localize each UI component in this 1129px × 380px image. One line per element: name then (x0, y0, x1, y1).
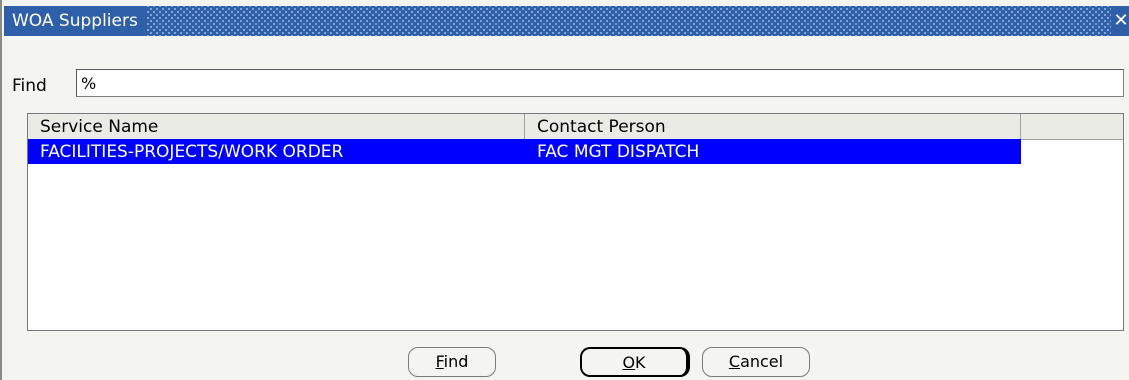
find-label: Find (12, 76, 47, 96)
list-header: Service Name Contact Person (28, 114, 1123, 140)
ok-button-label: K (635, 353, 646, 372)
cancel-button-mnemonic: C (728, 352, 741, 371)
list-row-selected[interactable]: FACILITIES-PROJECTS/WORK ORDER FAC MGT D… (28, 139, 1021, 164)
cancel-button-label: ancel (740, 352, 784, 371)
cancel-button[interactable]: Cancel (702, 347, 810, 377)
column-header-service-name[interactable]: Service Name (28, 114, 525, 139)
ok-button[interactable]: OK (580, 347, 690, 377)
window-title: WOA Suppliers (4, 6, 146, 36)
column-header-contact-person[interactable]: Contact Person (525, 114, 1021, 139)
suppliers-list[interactable]: Service Name Contact Person FACILITIES-P… (27, 113, 1124, 331)
find-button-label: ind (443, 352, 469, 371)
close-icon[interactable]: ✕ (1111, 6, 1129, 36)
find-button[interactable]: Find (408, 347, 496, 377)
find-button-mnemonic: F (435, 352, 444, 371)
woa-suppliers-dialog: WOA Suppliers ✕ Find Service Name Contac… (0, 0, 1129, 380)
cell-service-name: FACILITIES-PROJECTS/WORK ORDER (40, 142, 344, 162)
cell-contact-person: FAC MGT DISPATCH (537, 142, 700, 162)
ok-button-mnemonic: O (622, 353, 636, 372)
find-input[interactable] (76, 69, 1124, 97)
column-header-filler (1021, 114, 1123, 139)
title-bar[interactable]: WOA Suppliers ✕ (4, 6, 1129, 36)
